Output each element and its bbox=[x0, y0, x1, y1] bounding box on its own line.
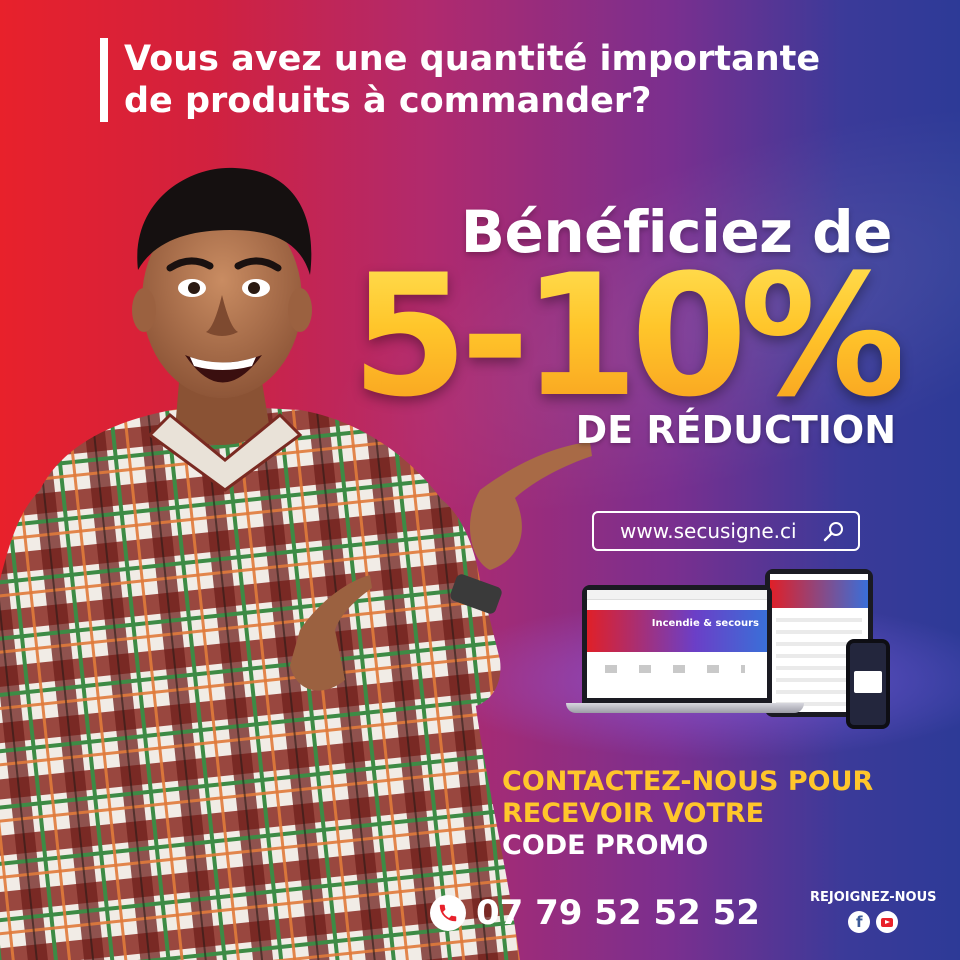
headline-line-1: Vous avez une quantité importante bbox=[124, 39, 821, 79]
cta-text: CONTACTEZ-NOUS POUR RECEVOIR VOTRE CODE … bbox=[502, 766, 873, 862]
social-label: REJOIGNEZ-NOUS bbox=[810, 890, 937, 905]
headline-line-2: de produits à commander? bbox=[124, 81, 652, 121]
promo-banner: Vous avez une quantité importante de pro… bbox=[0, 0, 960, 960]
laptop-mockup: Incendie & secours bbox=[582, 585, 772, 703]
device-mockups: Incendie & secours bbox=[560, 565, 900, 740]
phone-contact[interactable]: 07 79 52 52 52 bbox=[430, 893, 760, 933]
social-links: REJOIGNEZ-NOUS f bbox=[810, 890, 937, 933]
phone-icon bbox=[430, 895, 466, 931]
website-url: www.secusigne.ci bbox=[620, 519, 797, 543]
phone-mockup bbox=[846, 639, 890, 729]
discount-percent: 5-10% bbox=[351, 238, 908, 434]
screen-banner-text: Incendie & secours bbox=[651, 618, 759, 629]
facebook-icon[interactable]: f bbox=[848, 911, 871, 933]
search-icon bbox=[823, 522, 843, 542]
cta-line-3: CODE PROMO bbox=[502, 830, 709, 861]
discount-label: DE RÉDUCTION bbox=[575, 408, 896, 452]
phone-number-text: 07 79 52 52 52 bbox=[476, 893, 760, 933]
headline: Vous avez une quantité importante de pro… bbox=[100, 38, 820, 122]
cta-line-2: RECEVOIR VOTRE bbox=[502, 798, 765, 829]
youtube-icon[interactable] bbox=[876, 911, 899, 933]
website-search-bar[interactable]: www.secusigne.ci bbox=[592, 511, 860, 551]
cta-line-1: CONTACTEZ-NOUS POUR bbox=[502, 766, 874, 797]
laptop-base bbox=[566, 703, 804, 713]
